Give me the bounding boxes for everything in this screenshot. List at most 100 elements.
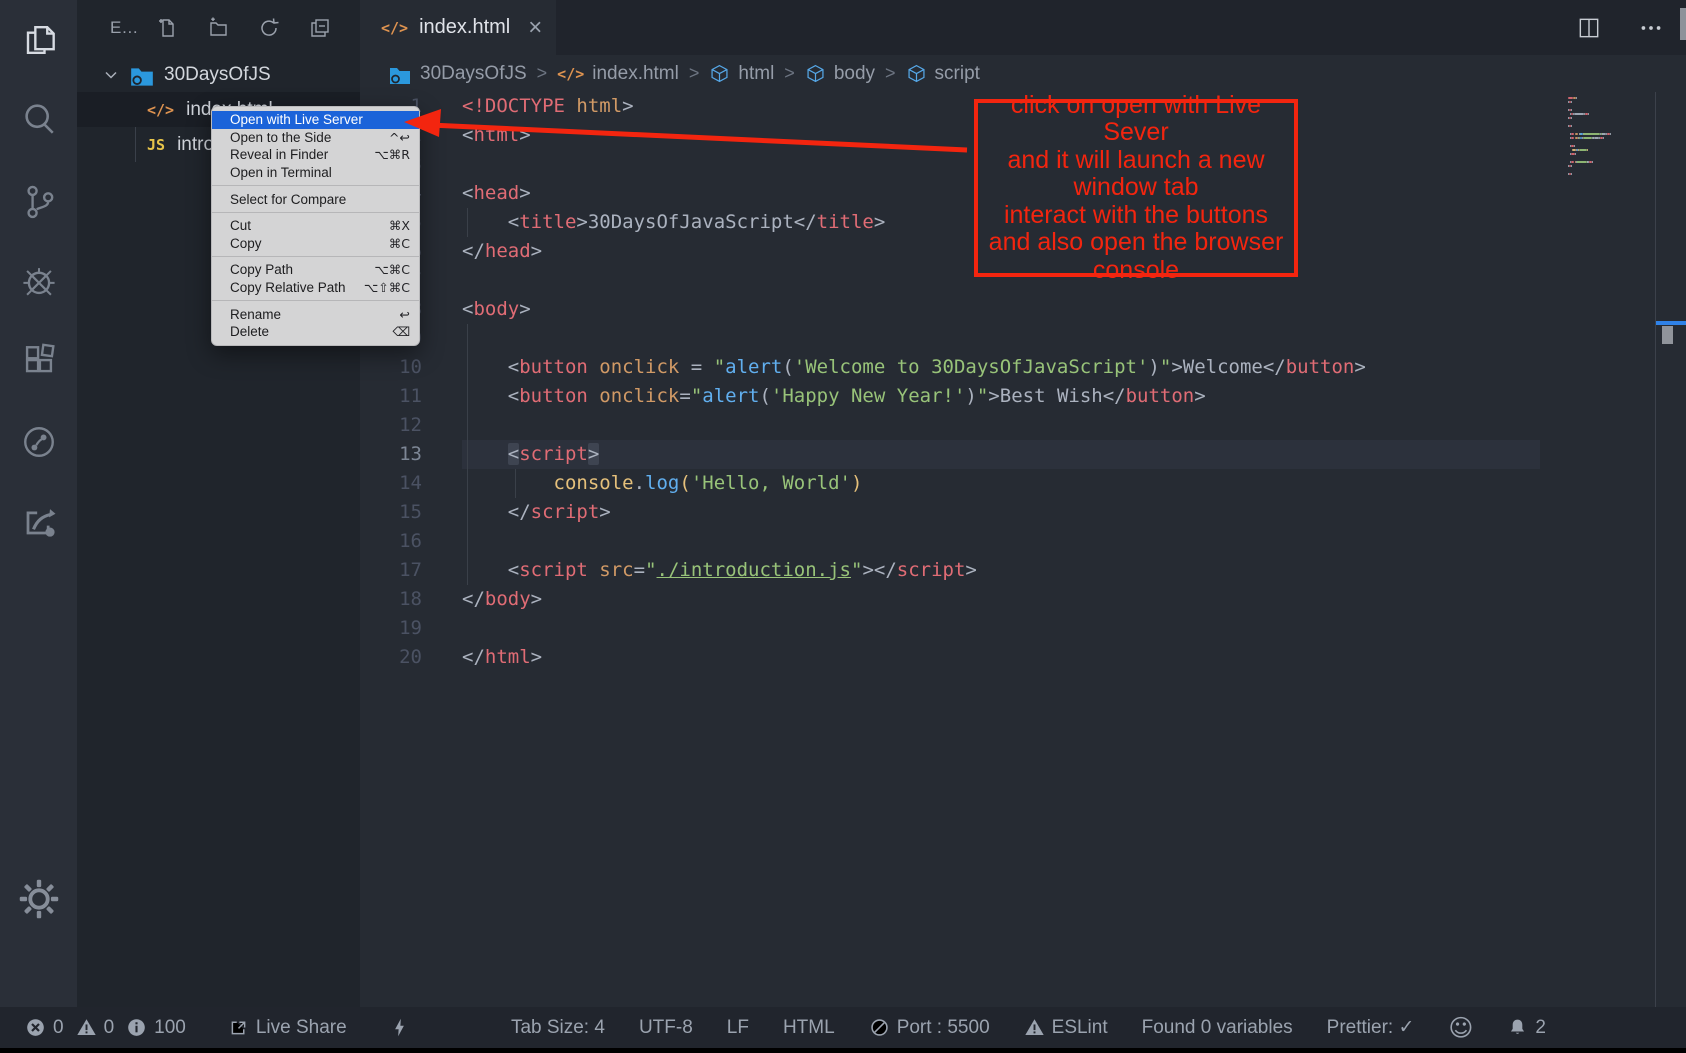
activity-bar [0,0,77,1007]
menu-item-open-to-the-side[interactable]: Open to the Side^↩ [212,129,419,147]
info-circle-icon [126,1017,147,1038]
line-number: 12 [360,411,422,440]
extensions-icon[interactable] [16,338,62,384]
status-0[interactable]: 0 [76,1017,115,1039]
slash-circle-icon [869,1017,890,1038]
annotation-line: interact with the buttons [978,202,1294,230]
status-label: Live Share [256,1017,347,1039]
status-2[interactable]: 2 [1507,1017,1546,1039]
status-port-5500[interactable]: Port : 5500 [869,1017,990,1039]
menu-item-select-for-compare[interactable]: Select for Compare [212,190,419,208]
line-number: 20 [360,643,422,672]
share-icon [228,1017,249,1038]
folder-icon [388,64,412,84]
menu-item-shortcut: ^↩ [389,130,410,145]
close-icon[interactable]: × [528,16,542,40]
breadcrumb-item-body[interactable]: body [805,63,875,85]
status-lf[interactable]: LF [727,1017,749,1039]
menu-item-label: Delete [230,324,269,339]
status-found-0-variables[interactable]: Found 0 variables [1142,1017,1293,1039]
breadcrumb-item-30daysofjs[interactable]: 30DaysOfJS [388,63,527,85]
menu-separator [212,212,419,213]
root-folder-label: 30DaysOfJS [164,64,271,86]
status-label: LF [727,1017,749,1039]
breadcrumb: 30DaysOfJS></>index.html>html>body>scrip… [388,55,980,92]
menu-item-delete[interactable]: Delete ⌫ [212,323,419,341]
menu-item-rename[interactable]: Rename↩ [212,305,419,323]
menu-item-open-in-terminal[interactable]: Open in Terminal [212,164,419,182]
code-line-11: 11 <button onclick="alert('Happy New Yea… [360,382,1686,411]
line-number: 18 [360,585,422,614]
annotation-line: and also open the browser [978,229,1294,257]
status-tab-size-4[interactable]: Tab Size: 4 [511,1017,605,1039]
overview-ruler-decoration [1656,321,1686,325]
menu-item-reveal-in-finder[interactable]: Reveal in Finder⌥⌘R [212,146,419,164]
breadcrumb-item-script[interactable]: script [906,63,980,85]
cube-icon [709,63,730,84]
status-smiley[interactable]: ☺ [1448,1014,1473,1042]
menu-item-copy[interactable]: Copy⌘C [212,235,419,253]
menu-item-label: Select for Compare [230,192,346,207]
tab-index-html[interactable]: </> index.html × [360,0,556,55]
line-number: 13 [360,440,422,469]
live-share-icon[interactable] [16,419,62,465]
source-control-icon[interactable] [16,178,62,224]
menu-item-open-with-live-server[interactable]: Open with Live Server [212,111,419,129]
code-line-12: 12 [360,411,1686,440]
new-folder-icon[interactable] [206,16,230,40]
status-label: 2 [1535,1017,1546,1039]
new-file-icon[interactable] [155,16,179,40]
scrollbar-strip [1680,8,1686,40]
html-file-icon: </> [557,65,584,83]
breadcrumb-item-index-html[interactable]: </>index.html [557,63,679,85]
search-icon[interactable] [16,96,62,142]
status-label: 100 [154,1017,186,1039]
settings-gear-icon[interactable] [16,876,62,922]
breadcrumb-separator: > [689,63,700,84]
status-prettier[interactable]: Prettier: ✓ [1327,1016,1415,1039]
menu-item-cut[interactable]: Cut⌘X [212,217,419,235]
code-line-15: 15 </script> [360,498,1686,527]
status-utf-8[interactable]: UTF-8 [639,1017,693,1039]
status-html[interactable]: HTML [783,1017,835,1039]
cube-icon [805,63,826,84]
line-number: 10 [360,353,422,382]
status-100[interactable]: 100 [126,1017,186,1039]
breadcrumb-item-html[interactable]: html [709,63,774,85]
breadcrumb-separator: > [784,63,795,84]
status-live-share[interactable]: Live Share [228,1017,347,1039]
code-line-20: 20</html> [360,643,1686,672]
explorer-icon[interactable] [16,17,62,63]
menu-item-label: Cut [230,218,251,233]
status-0[interactable]: 0 [25,1017,64,1039]
code-line-8: 8<body> [360,295,1686,324]
split-editor-icon[interactable] [1576,15,1602,41]
status-bolt[interactable] [389,1017,410,1038]
menu-item-shortcut: ⌫ [392,324,410,339]
share-out-icon[interactable] [16,499,62,545]
tree-root-folder[interactable]: 30DaysOfJS [77,57,360,92]
refresh-icon[interactable] [257,16,281,40]
scrollbar-thumb[interactable] [1662,326,1673,344]
status-label: HTML [783,1017,835,1039]
code-line-9: 9 [360,324,1686,353]
menu-item-copy-relative-path[interactable]: Copy Relative Path⌥⇧⌘C [212,279,419,297]
code-line-13: 13 <script> [360,440,1686,469]
menu-separator [212,256,419,257]
context-menu: Open with Live ServerOpen to the Side^↩R… [211,106,420,346]
code-line-19: 19 [360,614,1686,643]
status-label: UTF-8 [639,1017,693,1039]
status-label: 0 [104,1017,115,1039]
code-line-17: 17 <script src="./introduction.js"></scr… [360,556,1686,585]
menu-item-copy-path[interactable]: Copy Path⌥⌘C [212,261,419,279]
more-actions-icon[interactable] [1638,15,1664,41]
menu-item-label: Copy Path [230,262,293,277]
warning-icon [76,1017,97,1038]
minimap[interactable] [1568,97,1658,177]
debug-icon[interactable] [16,258,62,304]
collapse-all-icon[interactable] [308,16,332,40]
breadcrumb-label: body [834,63,875,85]
menu-item-label: Copy Relative Path [230,280,346,295]
status-eslint[interactable]: ESLint [1024,1017,1108,1039]
explorer-actions [155,16,332,40]
